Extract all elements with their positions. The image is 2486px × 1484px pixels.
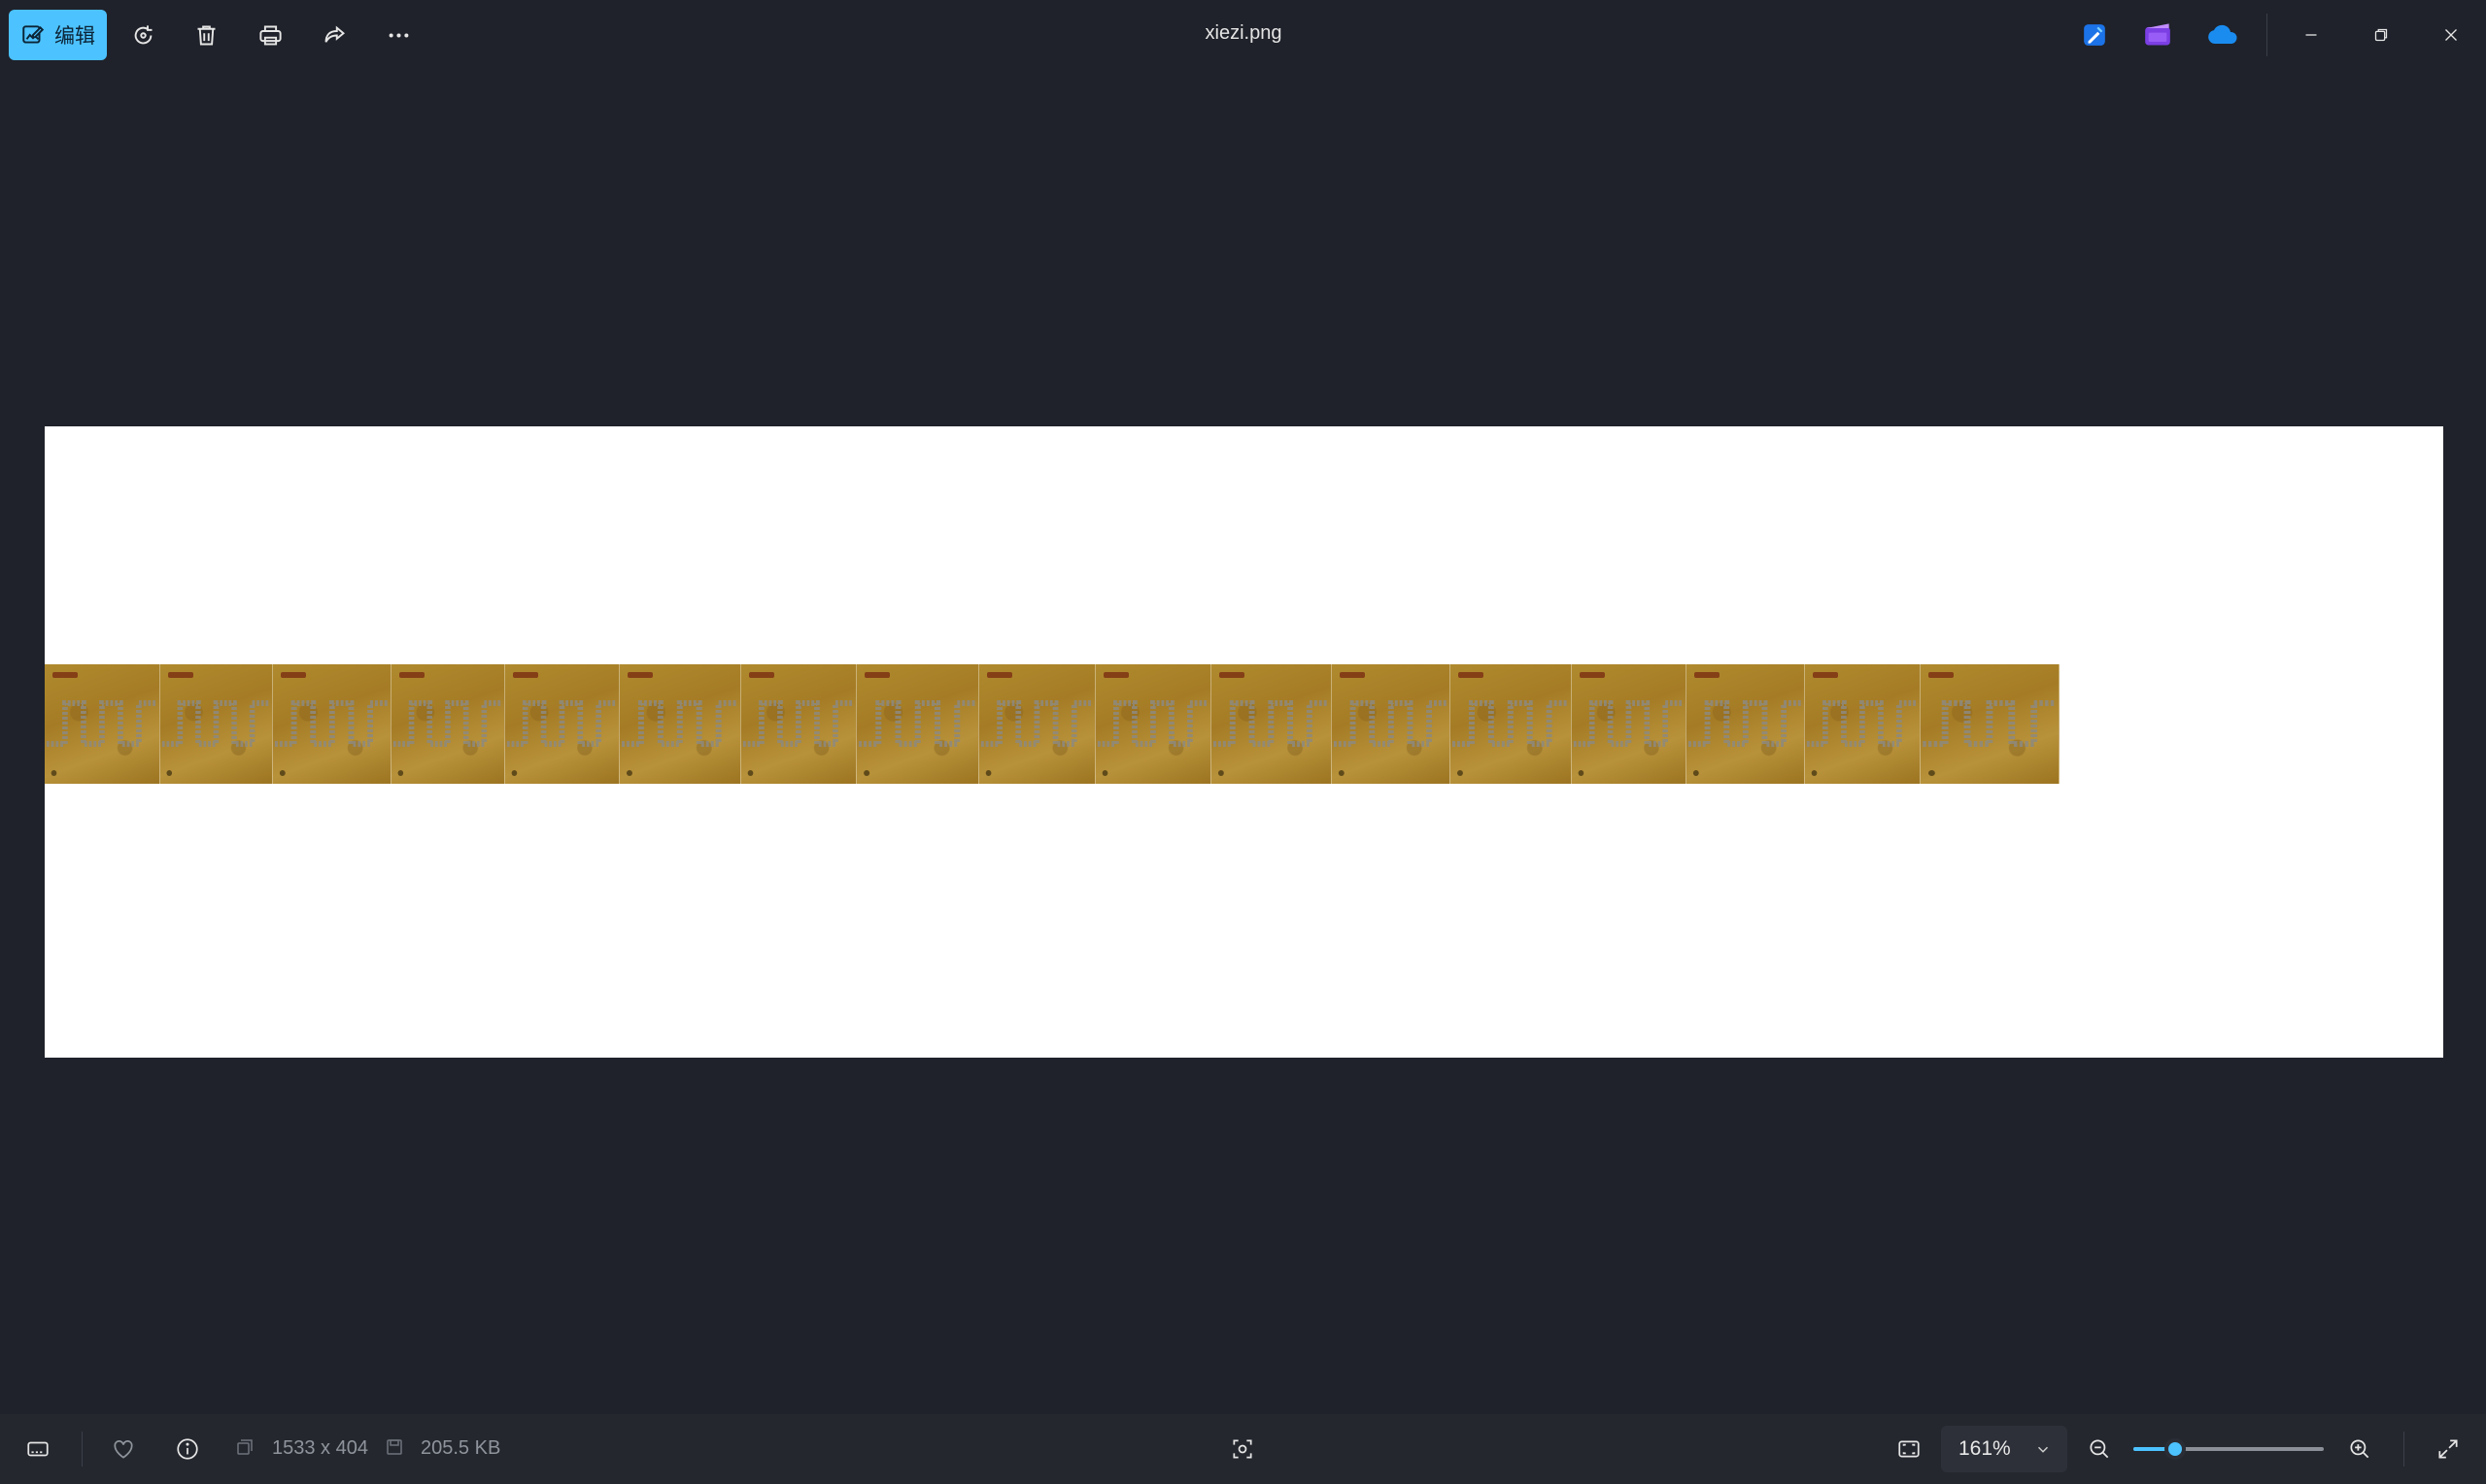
image-canvas[interactable] xyxy=(45,426,2443,1058)
rotate-icon xyxy=(134,24,152,44)
photos-app-window: 编辑 xiezi.png 1533 x 404 205.5 KB 161% xyxy=(0,0,2486,1484)
clipchamp-app-button[interactable] xyxy=(2138,16,2177,54)
zoom-level-value: 161% xyxy=(1958,1437,2011,1460)
fullscreen-button[interactable] xyxy=(2427,1428,2469,1470)
path-track xyxy=(1687,700,1803,776)
status-bar: 1533 x 404 205.5 KB 161% xyxy=(0,1414,2486,1484)
sprite-tile xyxy=(392,664,506,784)
path-track xyxy=(393,700,503,776)
zoom-out-button[interactable] xyxy=(2078,1428,2121,1470)
visual-search-button[interactable] xyxy=(1221,1428,1264,1470)
filmstrip-button[interactable] xyxy=(17,1428,59,1470)
path-track xyxy=(858,700,977,776)
zoom-in-button[interactable] xyxy=(2338,1428,2381,1470)
sprite-tile xyxy=(45,664,160,784)
expand-icon xyxy=(2438,1439,2458,1459)
share-icon xyxy=(324,25,345,43)
path-track xyxy=(507,700,618,776)
fit-window-icon xyxy=(1898,1440,1920,1458)
status-divider xyxy=(2403,1432,2404,1467)
sprite-tile xyxy=(159,664,273,784)
path-track xyxy=(981,700,1094,776)
title-bar-divider xyxy=(2266,14,2267,56)
dimensions-icon xyxy=(237,1439,253,1455)
sprite-tile xyxy=(1096,664,1211,784)
sprite-tile xyxy=(1686,664,1806,784)
sprite-tile xyxy=(856,664,980,784)
designer-app-button[interactable] xyxy=(2075,16,2114,54)
chevron-down-icon xyxy=(2037,1446,2049,1453)
zoom-slider-thumb[interactable] xyxy=(2164,1438,2186,1460)
sprite-tile xyxy=(1571,664,1686,784)
image-dimensions: 1533 x 404 xyxy=(272,1437,368,1459)
delete-button[interactable] xyxy=(185,14,227,56)
edit-button[interactable]: 编辑 xyxy=(9,10,107,60)
zoom-slider[interactable] xyxy=(2133,1437,2324,1461)
print-button[interactable] xyxy=(249,14,291,56)
onedrive-button[interactable] xyxy=(2203,16,2242,54)
delete-icon xyxy=(197,25,215,45)
sprite-tile xyxy=(979,664,1097,784)
fit-to-window-button[interactable] xyxy=(1888,1428,1930,1470)
close-button[interactable] xyxy=(2422,10,2480,60)
path-track xyxy=(1333,700,1448,776)
heart-icon xyxy=(114,1440,133,1459)
title-bar: 编辑 xiezi.png xyxy=(0,0,2486,70)
rotate-button[interactable] xyxy=(121,14,164,56)
restore-button[interactable] xyxy=(2352,10,2410,60)
file-info-button[interactable] xyxy=(166,1428,209,1470)
designer-app-icon xyxy=(2084,24,2105,46)
favorite-button[interactable] xyxy=(102,1428,145,1470)
more-icon xyxy=(389,32,408,38)
path-track xyxy=(1212,700,1329,776)
restore-icon xyxy=(2374,28,2388,42)
sprite-tile xyxy=(1450,664,1572,784)
close-icon xyxy=(2445,29,2457,41)
print-icon xyxy=(258,25,282,45)
more-options-button[interactable] xyxy=(377,14,420,56)
path-track xyxy=(1097,700,1209,776)
share-button[interactable] xyxy=(313,14,356,56)
path-track xyxy=(274,700,390,776)
minimize-icon xyxy=(2305,34,2317,36)
file-size-icon xyxy=(387,1439,402,1455)
edit-image-icon xyxy=(22,25,45,44)
sprite-strip-image xyxy=(45,664,2060,784)
filmstrip-icon xyxy=(27,1441,49,1457)
path-track xyxy=(622,700,738,776)
edit-button-label: 编辑 xyxy=(54,25,95,48)
onedrive-icon xyxy=(2208,24,2237,44)
sprite-tile xyxy=(1921,664,2060,784)
path-track xyxy=(1573,700,1684,776)
zoom-level-dropdown[interactable]: 161% xyxy=(1941,1426,2067,1472)
sprite-tile xyxy=(620,664,741,784)
clipchamp-app-icon xyxy=(2145,23,2170,46)
info-icon xyxy=(177,1438,198,1460)
path-track xyxy=(742,700,854,776)
zoom-out-icon xyxy=(2090,1439,2109,1459)
sprite-tile xyxy=(1210,664,1332,784)
visual-search-icon xyxy=(1233,1439,1252,1459)
path-track xyxy=(1923,700,2057,776)
sprite-tile xyxy=(505,664,621,784)
path-track xyxy=(161,700,270,776)
sprite-tile xyxy=(1331,664,1451,784)
path-track xyxy=(1452,700,1569,776)
file-size: 205.5 KB xyxy=(421,1437,501,1459)
sprite-tile xyxy=(740,664,857,784)
sprite-tile xyxy=(1805,664,1922,784)
sprite-tile xyxy=(272,664,392,784)
status-divider xyxy=(82,1432,83,1467)
path-track xyxy=(1807,700,1919,776)
window-title: xiezi.png xyxy=(1205,22,1282,44)
path-track xyxy=(46,700,157,776)
minimize-button[interactable] xyxy=(2282,10,2340,60)
zoom-in-icon xyxy=(2350,1439,2369,1459)
